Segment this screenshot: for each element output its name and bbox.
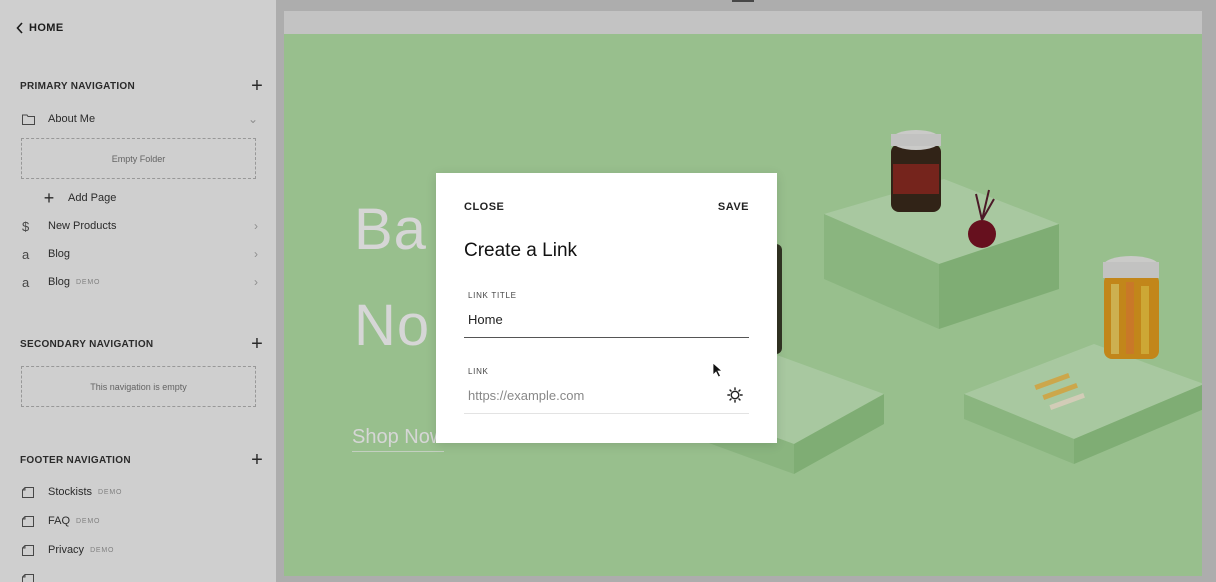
link-title-underline [464,337,749,338]
close-button[interactable]: CLOSE [464,201,504,213]
link-title-input[interactable] [464,306,749,332]
create-link-dialog: CLOSE SAVE Create a Link LINK TITLE LINK [436,173,777,443]
gear-icon[interactable] [726,386,744,404]
link-url-underline [464,413,749,414]
link-title-label: LINK TITLE [468,291,517,300]
link-label: LINK [468,367,489,376]
mouse-cursor-icon [712,362,724,378]
save-button[interactable]: SAVE [718,201,749,213]
dialog-title: Create a Link [464,240,578,261]
link-url-input[interactable] [464,382,714,408]
